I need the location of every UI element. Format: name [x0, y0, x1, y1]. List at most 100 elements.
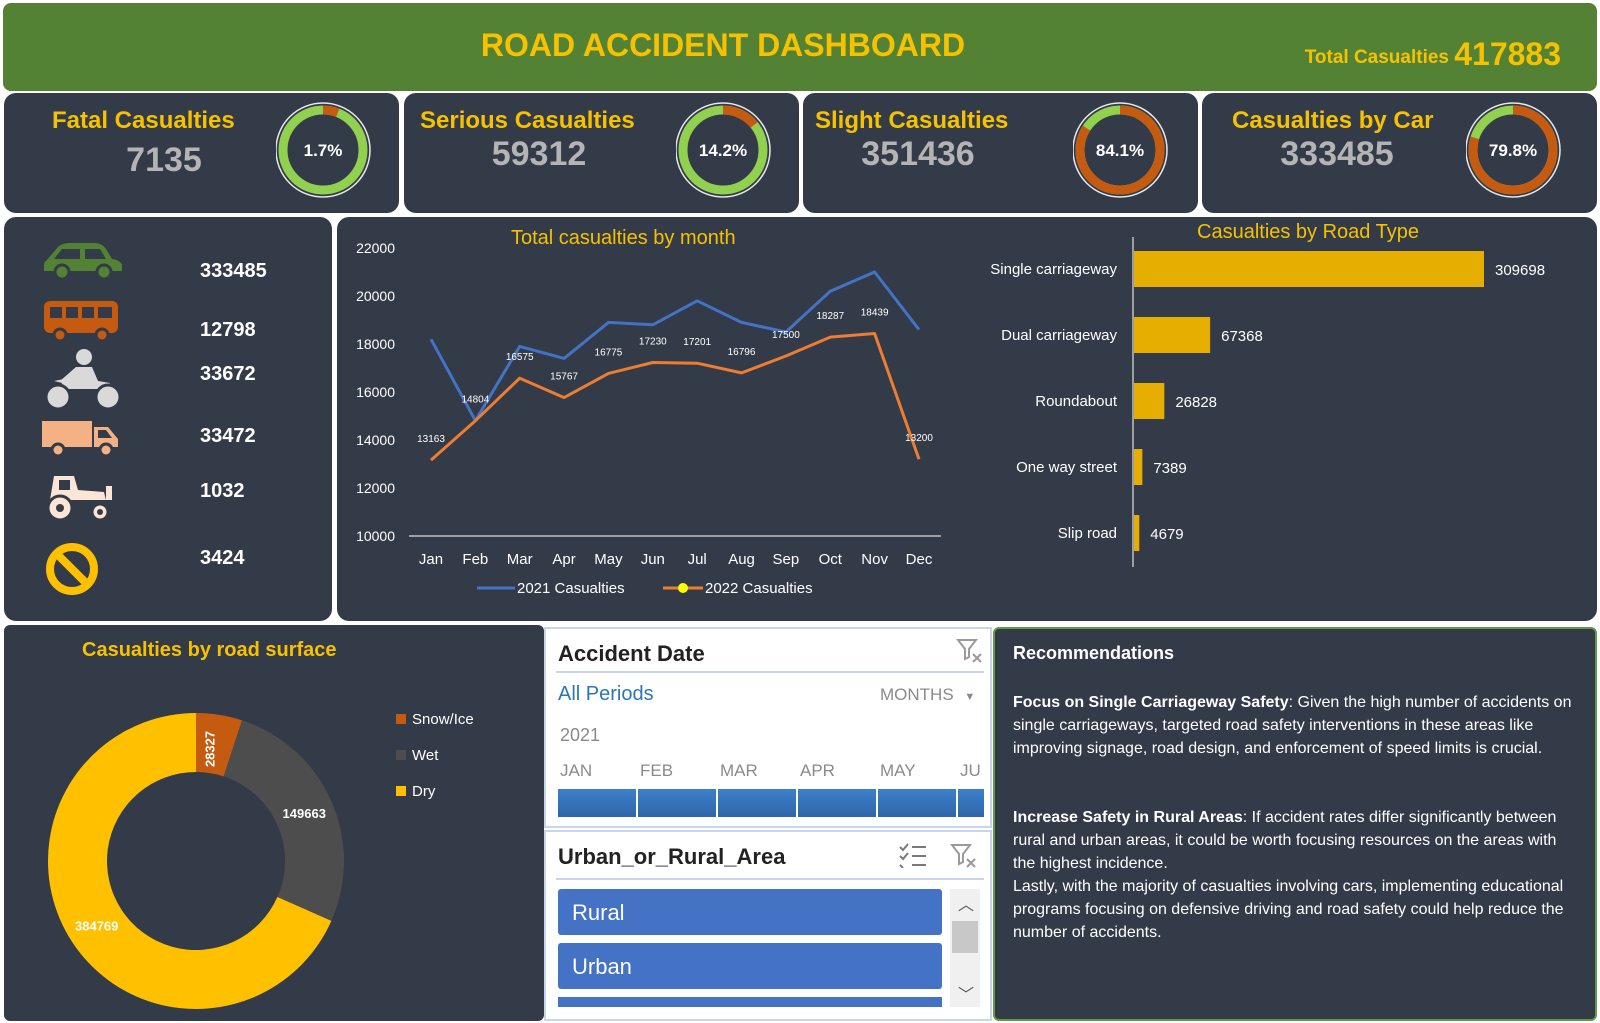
- slicer-title: Urban_or_Rural_Area: [558, 844, 786, 869]
- legend-label: Snow/Ice: [412, 711, 474, 728]
- data-label: 13200: [905, 433, 933, 444]
- dashboard-title: ROAD ACCIDENT DASHBOARD: [480, 27, 966, 63]
- month-segment[interactable]: [638, 789, 716, 817]
- clear-filter-icon[interactable]: [950, 842, 978, 870]
- month-label[interactable]: APR: [800, 761, 835, 781]
- slicer-divider: [556, 671, 984, 673]
- bar: [1134, 515, 1140, 551]
- data-label: 16796: [728, 347, 756, 358]
- vehicle-count: 33472: [200, 425, 256, 447]
- data-label: 18287: [816, 311, 844, 322]
- data-label: 17201: [683, 337, 711, 348]
- x-tick-label: Mar: [507, 551, 533, 568]
- scroll-thumb[interactable]: [952, 921, 978, 953]
- data-label: 18439: [861, 307, 889, 318]
- bar: [1134, 449, 1143, 485]
- category-label: Slip road: [1058, 525, 1117, 542]
- data-label: 16575: [506, 352, 534, 363]
- series-line: [430, 332, 921, 462]
- scroll-down-icon[interactable]: ﹀: [958, 981, 974, 1005]
- month-segment[interactable]: [958, 789, 984, 817]
- multi-select-icon[interactable]: [898, 842, 928, 868]
- kpi-card-fatal: Fatal Casualties 7135 1.7%: [4, 93, 399, 213]
- unit-label: MONTHS: [880, 685, 954, 704]
- tractor-icon: [46, 476, 112, 522]
- vehicle-row-motorcycle: 33672: [4, 347, 332, 411]
- y-tick-label: 22000: [356, 240, 395, 256]
- value-label: 67368: [1221, 328, 1263, 345]
- month-labels: JAN FEB MAR APR MAY JU: [546, 761, 986, 785]
- vehicle-count: 333485: [200, 260, 267, 282]
- charts-panel: Total casualties by month 22000 20000 1800…: [337, 217, 1597, 621]
- month-label[interactable]: JAN: [560, 761, 592, 781]
- value-label: 309698: [1495, 262, 1545, 279]
- y-tick-label: 10000: [356, 528, 395, 544]
- value-label: 26828: [1175, 394, 1217, 411]
- vehicle-count: 33672: [200, 363, 256, 385]
- slicer-item-urban[interactable]: Urban: [558, 943, 942, 989]
- x-tick-label: Nov: [861, 551, 888, 568]
- slicer-item-label: Rural: [572, 900, 625, 925]
- data-label: 16775: [595, 347, 623, 358]
- kpi-card-slight: Slight Casualties 351436 84.1%: [803, 93, 1198, 213]
- legend-label: Wet: [412, 747, 439, 764]
- slice-label: 384769: [75, 919, 118, 934]
- data-label: 17230: [639, 336, 667, 347]
- timeline-unit-dropdown[interactable]: MONTHS ▼: [880, 685, 975, 705]
- scroll-up-icon[interactable]: ︿: [958, 891, 974, 915]
- category-label: Single carriageway: [990, 261, 1117, 278]
- category-label: One way street: [1016, 459, 1118, 476]
- data-label: 17500: [772, 330, 800, 341]
- x-tick-label: Aug: [728, 551, 755, 568]
- x-tick-label: Sep: [773, 551, 800, 568]
- kpi-value: 59312: [491, 135, 587, 173]
- clear-filter-icon[interactable]: [956, 637, 984, 665]
- motorcycle-icon: [44, 349, 122, 411]
- month-label[interactable]: MAY: [880, 761, 916, 781]
- y-tick-label: 20000: [356, 288, 395, 304]
- kpi-ring: 84.1%: [1073, 102, 1168, 198]
- month-segment[interactable]: [558, 789, 636, 817]
- value-label: 4679: [1150, 526, 1183, 543]
- vehicle-row-truck: 33472: [4, 415, 332, 471]
- recommendations-panel: Recommendations Focus on Single Carriage…: [993, 627, 1597, 1021]
- recommendation-text: Lastly, with the majority of casualties …: [1013, 878, 1564, 941]
- month-segment[interactable]: [798, 789, 876, 817]
- vehicle-count: 12798: [200, 319, 256, 341]
- period-label[interactable]: All Periods: [558, 683, 654, 706]
- series-line: [429, 270, 921, 423]
- bus-icon: [44, 301, 118, 343]
- legend-marker: [678, 583, 688, 593]
- chevron-down-icon: ▼: [964, 691, 976, 703]
- slicer-item-rural[interactable]: Rural: [558, 889, 942, 935]
- kpi-ring: 1.7%: [276, 102, 371, 198]
- recommendation-paragraph: Increase Safety in Rural Areas: If accid…: [1013, 806, 1583, 875]
- slice-label: 149663: [283, 806, 326, 821]
- car-icon: [44, 243, 122, 281]
- month-label[interactable]: MAR: [720, 761, 758, 781]
- data-label: 13163: [417, 434, 445, 445]
- truck-icon: [42, 421, 118, 458]
- legend-label: Dry: [412, 783, 436, 800]
- x-tick-label: Jul: [688, 551, 707, 568]
- recommendations-title: Recommendations: [1013, 643, 1175, 663]
- legend-label: 2021 Casualties: [517, 580, 625, 597]
- month-label[interactable]: FEB: [640, 761, 673, 781]
- kpi-card-serious: Serious Casualties 59312 14.2%: [404, 93, 799, 213]
- total-casualties-value: 417883: [1454, 36, 1561, 72]
- accident-date-slicer[interactable]: Accident Date All Periods MONTHS ▼ 2021 …: [544, 627, 992, 828]
- vehicle-row-tractor: 1032: [4, 470, 332, 526]
- month-label[interactable]: JU: [960, 761, 981, 781]
- road-surface-panel: Casualties by road surface 28327 149663 38…: [4, 625, 544, 1021]
- month-segment[interactable]: [718, 789, 796, 817]
- kpi-title: Casualties by Car: [1232, 107, 1434, 134]
- recommendation-paragraph: Focus on Single Carriageway Safety: Give…: [1013, 691, 1583, 760]
- urban-rural-slicer[interactable]: Urban_or_Rural_Area Rural Urban ︿ ﹀: [544, 830, 992, 1021]
- bar: [1134, 383, 1165, 419]
- month-segment[interactable]: [878, 789, 956, 817]
- legend-swatch: [396, 786, 406, 796]
- slicer-scrollbar[interactable]: ︿ ﹀: [950, 889, 980, 1007]
- timeline-bar[interactable]: [558, 789, 984, 817]
- slicer-title: Accident Date: [558, 641, 705, 666]
- kpi-percent-label: 84.1%: [1096, 141, 1144, 160]
